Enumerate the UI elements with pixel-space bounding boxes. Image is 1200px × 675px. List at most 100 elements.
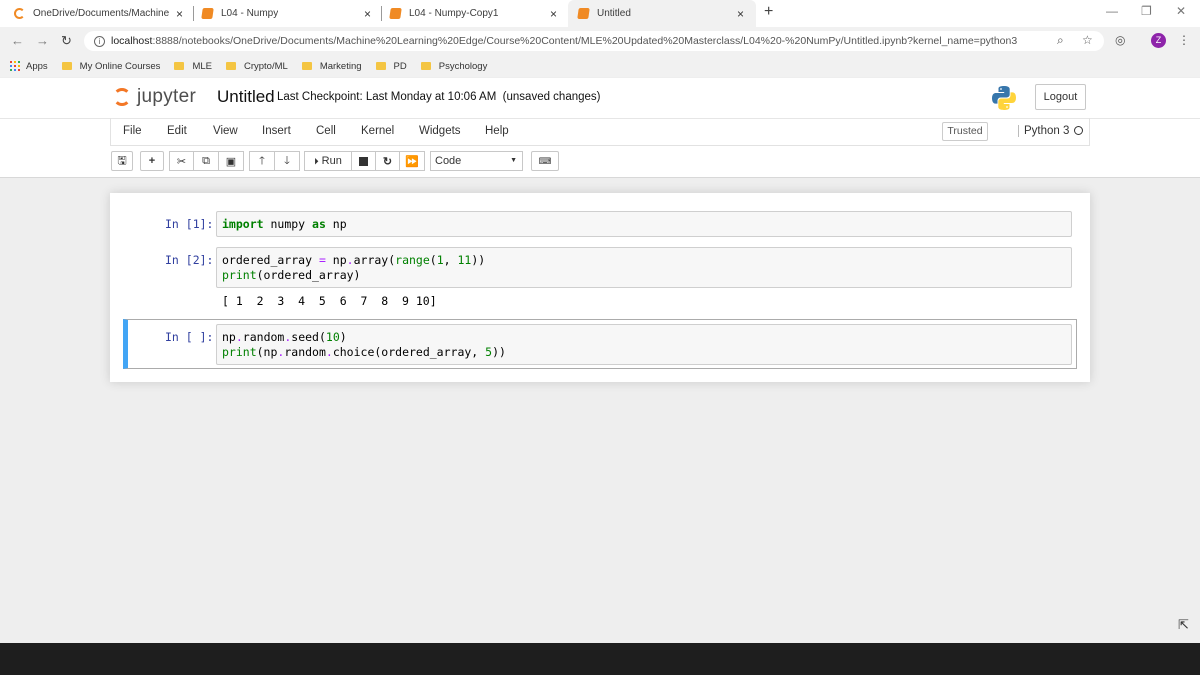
minimize-icon[interactable]: — bbox=[1106, 4, 1118, 18]
address-toolbar: ← → ↻ i localhost:8888/notebooks/OneDriv… bbox=[0, 27, 1200, 55]
plus-icon: + bbox=[148, 155, 156, 167]
window-close-icon[interactable]: ✕ bbox=[1176, 4, 1186, 18]
profile-avatar[interactable]: Z bbox=[1151, 33, 1166, 48]
extension-icon[interactable]: ◎ bbox=[1115, 33, 1125, 47]
jupyter-favicon-icon bbox=[14, 8, 25, 19]
url-path: :8888/notebooks/OneDrive/Documents/Machi… bbox=[152, 35, 1018, 47]
stop-icon bbox=[359, 156, 368, 166]
folder-icon bbox=[225, 62, 236, 70]
menu-insert[interactable]: Insert bbox=[262, 125, 291, 137]
run-button-group: ⏵ Run ↻ ⏩ bbox=[304, 151, 425, 171]
logout-button[interactable]: Logout bbox=[1035, 84, 1086, 110]
code-cell-input[interactable]: ordered_array = np.array(range(1, 11)) p… bbox=[216, 247, 1072, 288]
url-field[interactable]: i localhost:8888/notebooks/OneDrive/Docu… bbox=[84, 31, 1104, 51]
arrow-up-icon: 🡑 bbox=[259, 154, 265, 167]
command-palette-button[interactable]: ⌨ bbox=[531, 151, 559, 171]
bookmark-mle[interactable]: MLE bbox=[174, 61, 212, 72]
cell-prompt: In [2]: bbox=[165, 253, 214, 267]
folder-icon bbox=[301, 62, 312, 70]
tab-title: Untitled bbox=[597, 8, 631, 19]
copy-button[interactable]: ⧉ bbox=[193, 151, 219, 171]
edit-button-group: ✂ ⧉ ▣ bbox=[169, 151, 244, 171]
browser-tab-bar: OneDrive/Documents/Machine L × L04 - Num… bbox=[0, 0, 1200, 27]
tab-l04-numpy[interactable]: L04 - Numpy × bbox=[201, 0, 380, 27]
menu-view[interactable]: View bbox=[213, 125, 238, 137]
bookmark-pd[interactable]: PD bbox=[375, 60, 407, 72]
cell-type-value: Code bbox=[435, 155, 462, 167]
cell-prompt: In [ ]: bbox=[165, 330, 214, 344]
bookmark-crypto-ml[interactable]: Crypto/ML bbox=[225, 61, 288, 72]
kernel-indicator[interactable]: Python 3 bbox=[1018, 125, 1084, 137]
tab-title: L04 - Numpy-Copy1 bbox=[409, 8, 499, 19]
jupyter-wordmark: jupyter bbox=[137, 86, 197, 107]
menu-help[interactable]: Help bbox=[485, 125, 509, 137]
browser-menu-icon[interactable]: ⋮ bbox=[1178, 33, 1190, 47]
bookmark-label: Psychology bbox=[438, 60, 488, 72]
forward-arrow-icon[interactable]: → bbox=[36, 33, 49, 48]
run-button[interactable]: ⏵ Run bbox=[304, 151, 352, 171]
bookmark-label: MLE bbox=[192, 60, 212, 72]
menu-widgets[interactable]: Widgets bbox=[419, 125, 461, 137]
jupyter-logo[interactable]: jupyter bbox=[113, 86, 196, 108]
paste-button[interactable]: ▣ bbox=[218, 151, 244, 171]
tab-title: OneDrive/Documents/Machine L bbox=[33, 8, 171, 19]
tab-separator bbox=[381, 6, 382, 21]
close-tab-icon[interactable]: × bbox=[176, 7, 183, 21]
bookmark-apps[interactable]: Apps bbox=[10, 61, 48, 72]
menu-cell[interactable]: Cell bbox=[316, 125, 336, 137]
new-tab-button[interactable]: + bbox=[764, 3, 773, 21]
bookmarks-bar: Apps My Online Courses MLE Crypto/ML Mar… bbox=[0, 55, 1200, 77]
info-icon[interactable]: i bbox=[94, 35, 105, 47]
bookmark-marketing[interactable]: Marketing bbox=[301, 61, 362, 72]
apps-grid-icon bbox=[10, 61, 20, 71]
close-tab-icon[interactable]: × bbox=[364, 7, 371, 21]
code-cell-input[interactable]: np.random.seed(10) print(np.random.choic… bbox=[216, 324, 1072, 365]
unsaved-changes-text: (unsaved changes) bbox=[502, 91, 601, 103]
folder-icon bbox=[420, 62, 431, 70]
move-button-group: 🡑 🡓 bbox=[249, 151, 300, 171]
bookmark-my-online-courses[interactable]: My Online Courses bbox=[61, 61, 160, 72]
notebook-name[interactable]: Untitled bbox=[217, 87, 275, 107]
folder-icon bbox=[61, 62, 72, 70]
tab-onedrive[interactable]: OneDrive/Documents/Machine L × bbox=[14, 0, 192, 27]
checkpoint-status: Last Checkpoint: Last Monday at 10:06 AM… bbox=[277, 91, 600, 103]
trusted-badge[interactable]: Trusted bbox=[942, 122, 988, 141]
restart-button[interactable]: ↻ bbox=[375, 151, 400, 171]
back-arrow-icon[interactable]: ← bbox=[11, 33, 24, 48]
cut-button[interactable]: ✂ bbox=[169, 151, 194, 171]
bookmark-star-icon[interactable]: ☆ bbox=[1082, 33, 1093, 47]
tab-untitled[interactable]: Untitled × bbox=[568, 0, 756, 27]
reload-icon[interactable]: ↻ bbox=[61, 33, 72, 49]
cell-type-select[interactable]: Code ▼ bbox=[430, 151, 523, 171]
save-button[interactable]: 🖫 bbox=[111, 151, 133, 171]
tab-l04-numpy-copy1[interactable]: L04 - Numpy-Copy1 × bbox=[389, 0, 565, 27]
step-forward-icon: ⏵ bbox=[314, 155, 319, 166]
bookmark-label: PD bbox=[393, 60, 407, 72]
paste-icon: ▣ bbox=[225, 155, 237, 168]
menu-file[interactable]: File bbox=[123, 125, 142, 137]
move-up-button[interactable]: 🡑 bbox=[249, 151, 275, 171]
close-tab-icon[interactable]: × bbox=[550, 7, 557, 21]
menu-kernel[interactable]: Kernel bbox=[361, 125, 394, 137]
restore-icon[interactable]: ❐ bbox=[1141, 4, 1152, 18]
url-host: localhost bbox=[111, 35, 153, 47]
menu-edit[interactable]: Edit bbox=[167, 125, 187, 137]
checkpoint-text: Last Checkpoint: Last Monday at 10:06 AM bbox=[277, 91, 497, 103]
tab-title: L04 - Numpy bbox=[221, 8, 279, 19]
notebook-favicon-icon bbox=[201, 8, 214, 19]
move-down-button[interactable]: 🡓 bbox=[274, 151, 300, 171]
fast-forward-icon: ⏩ bbox=[405, 155, 419, 168]
notebook-favicon-icon bbox=[389, 8, 402, 19]
restart-icon: ↻ bbox=[382, 155, 393, 168]
restart-run-all-button[interactable]: ⏩ bbox=[399, 151, 425, 171]
interrupt-button[interactable] bbox=[351, 151, 376, 171]
copy-icon: ⧉ bbox=[202, 154, 210, 167]
insert-cell-button[interactable]: + bbox=[140, 151, 164, 171]
code-cell-input[interactable]: import numpy as np bbox=[216, 211, 1072, 237]
kernel-idle-icon bbox=[1074, 126, 1084, 135]
zoom-icon[interactable]: ⌕ bbox=[1057, 33, 1064, 48]
folder-icon bbox=[174, 62, 185, 70]
close-tab-icon[interactable]: × bbox=[737, 7, 744, 21]
cell-output: [ 1 2 3 4 5 6 7 8 9 10] bbox=[222, 294, 437, 308]
bookmark-psychology[interactable]: Psychology bbox=[420, 60, 488, 72]
